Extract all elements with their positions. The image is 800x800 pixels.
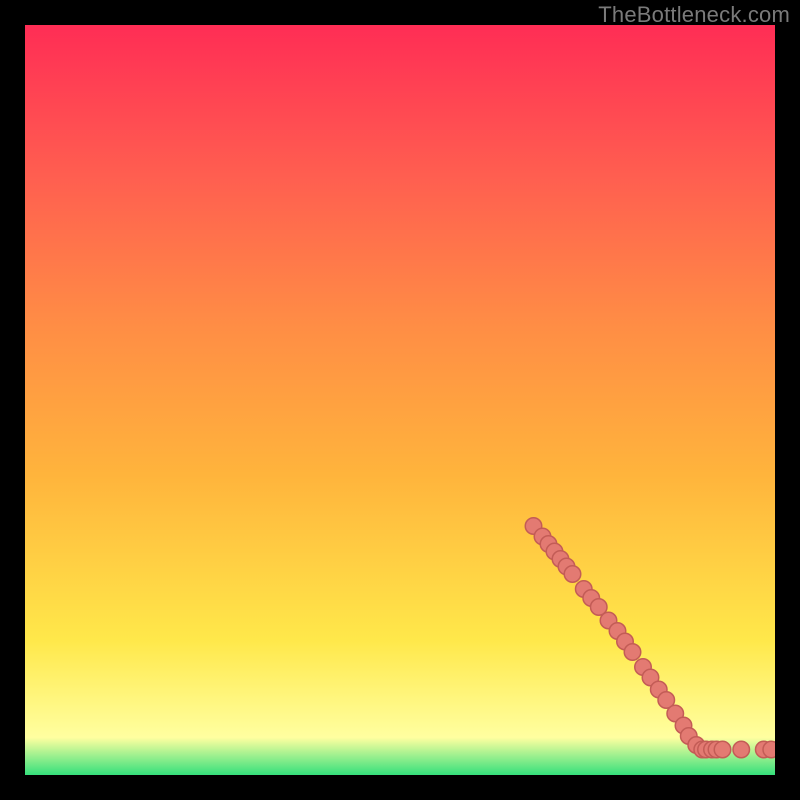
plot-background xyxy=(25,25,775,775)
chart-container: TheBottleneck.com xyxy=(0,0,800,800)
watermark-text: TheBottleneck.com xyxy=(598,2,790,28)
